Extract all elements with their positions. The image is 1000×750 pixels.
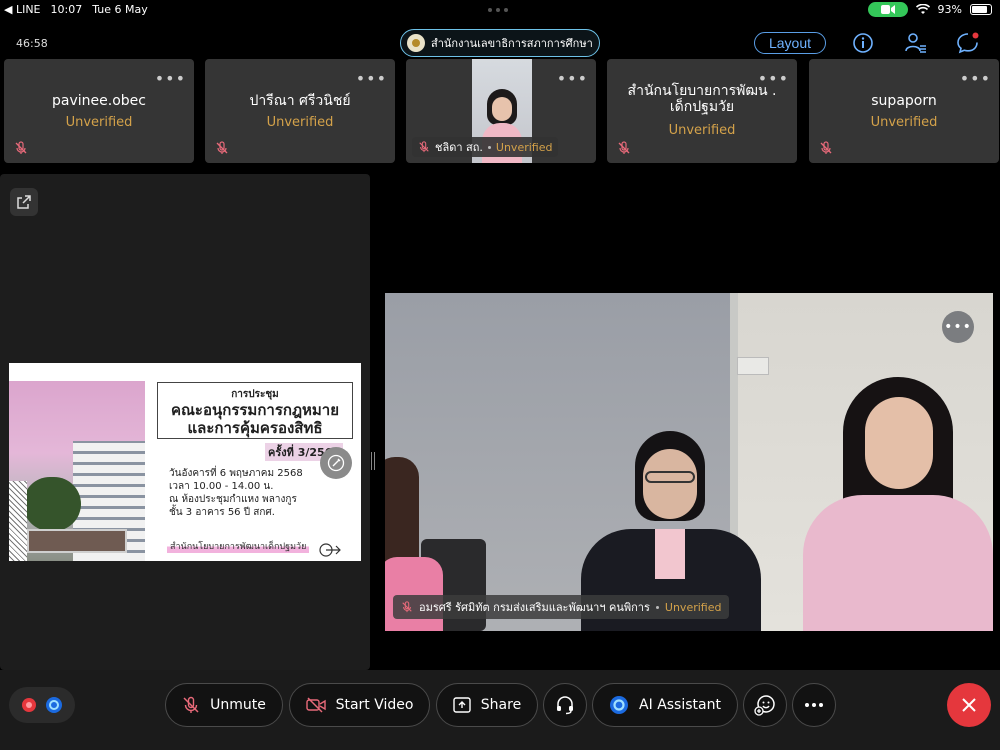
headset-icon xyxy=(557,696,573,715)
mic-muted-icon xyxy=(216,141,228,154)
unmute-button[interactable]: Unmute xyxy=(165,683,283,727)
participant-status: Unverified xyxy=(668,123,736,138)
webex-ai-icon xyxy=(46,697,62,713)
panel-resize-handle[interactable] xyxy=(371,452,375,470)
participant-status: Unverified xyxy=(495,140,553,154)
active-speaker-video[interactable]: ••• อมรศรี รัศมิทัต กรมส่งเสริมและพัฒนาฯ… xyxy=(385,293,993,631)
ai-assistant-button[interactable]: AI Assistant xyxy=(592,683,738,727)
slide-footer: สำนักนโยบายการพัฒนาเด็กปฐมวัย xyxy=(167,539,310,553)
mic-muted-icon xyxy=(618,141,630,154)
start-video-label: Start Video xyxy=(335,697,414,713)
participant-name: supaporn xyxy=(871,93,937,109)
audio-settings-button[interactable] xyxy=(543,683,587,727)
slide-building-photo xyxy=(9,381,145,561)
slide-details: วันอังคารที่ 6 พฤษภาคม 2568 เวลา 10.00 -… xyxy=(169,468,303,518)
wifi-icon xyxy=(915,4,930,14)
share-button[interactable]: Share xyxy=(436,683,538,727)
mic-muted-icon xyxy=(15,141,27,154)
annotate-pen-icon[interactable] xyxy=(320,447,352,479)
participant-tile[interactable]: pavinee.obec Unverified ••• xyxy=(4,59,194,163)
meeting-timer: 46:58 xyxy=(16,37,48,50)
close-icon xyxy=(962,698,976,712)
participant-tile[interactable]: supaporn Unverified ••• xyxy=(809,59,999,163)
start-video-button[interactable]: Start Video xyxy=(289,683,430,727)
slide-small-title: การประชุม xyxy=(231,389,279,400)
organization-logo-icon xyxy=(407,34,425,52)
info-icon[interactable] xyxy=(851,31,875,55)
participant-tile[interactable]: ปารีณา ศรีวนิชย์ Unverified ••• xyxy=(205,59,395,163)
slide-title-line-1: คณะอนุกรรมการกฎหมาย xyxy=(170,401,340,419)
participant-label: ชลิดา สถ. Unverified xyxy=(412,137,559,157)
leave-meeting-button[interactable] xyxy=(947,683,991,727)
video-more-icon[interactable]: ••• xyxy=(942,311,974,343)
participant-status: Unverified xyxy=(266,115,334,130)
mic-muted-icon xyxy=(820,141,832,154)
more-icon xyxy=(805,703,823,707)
camera-in-use-icon xyxy=(867,2,908,17)
chat-icon[interactable] xyxy=(956,31,980,55)
tile-more-icon[interactable]: ••• xyxy=(557,69,588,88)
multitask-dots[interactable] xyxy=(488,8,508,12)
tile-more-icon[interactable]: ••• xyxy=(155,69,186,88)
participant-tile-video[interactable]: ••• ชลิดา สถ. Unverified xyxy=(406,59,596,163)
layout-button[interactable]: Layout xyxy=(754,32,826,54)
back-to-app[interactable]: ◀ LINE xyxy=(4,3,41,16)
reaction-emoji-icon xyxy=(754,695,775,716)
participant-name: ชลิดา สถ. xyxy=(435,141,483,154)
battery-percent: 93% xyxy=(937,3,962,16)
slide-title-line-2: และการคุ้มครองสิทธิ xyxy=(187,419,323,437)
record-icon xyxy=(22,698,36,712)
participant-status: Unverified xyxy=(870,115,938,130)
participants-icon[interactable] xyxy=(903,31,927,55)
speaker-name: อมรศรี รัศมิทัต กรมส่งเสริมและพัฒนาฯ คนพ… xyxy=(419,601,650,614)
meeting-toolbar: Unmute Start Video Share AI Assistant xyxy=(0,670,1000,750)
participant-name: pavinee.obec xyxy=(52,93,146,109)
mic-muted-icon xyxy=(419,141,429,153)
mic-muted-icon xyxy=(402,601,412,613)
reactions-button[interactable] xyxy=(743,683,787,727)
more-options-button[interactable] xyxy=(792,683,836,727)
share-screen-icon xyxy=(453,697,471,713)
status-bar: ◀ LINE 10:07 Tue 6 May 93% xyxy=(0,0,1000,20)
video-off-icon xyxy=(305,697,326,713)
slide-decoration xyxy=(9,481,27,561)
tile-more-icon[interactable]: ••• xyxy=(356,69,387,88)
unmute-label: Unmute xyxy=(210,697,266,713)
participant-name: ปารีณา ศรีวนิชย์ xyxy=(249,93,351,109)
popout-icon[interactable] xyxy=(10,188,38,216)
meeting-title-pill[interactable]: สำนักงานเลขาธิการสภาการศึกษา xyxy=(400,29,600,57)
slide-arrow-icon xyxy=(319,543,341,557)
tile-more-icon[interactable]: ••• xyxy=(960,69,991,88)
tile-more-icon[interactable]: ••• xyxy=(758,69,789,88)
ai-assistant-icon xyxy=(610,696,629,714)
meeting-title: สำนักงานเลขาธิการสภาการศึกษา xyxy=(431,37,593,50)
battery-icon xyxy=(970,4,992,15)
share-label: Share xyxy=(480,697,522,713)
recording-indicator[interactable] xyxy=(9,687,75,723)
slide-main-title: คณะอนุกรรมการกฎหมาย และการคุ้มครองสิทธิ xyxy=(158,401,352,437)
participant-tile[interactable]: สำนักนโยบายการพัฒน . เด็กปฐมวัย Unverifi… xyxy=(607,59,797,163)
speaker-status: Unverified xyxy=(664,600,722,614)
mic-muted-icon xyxy=(183,696,199,713)
slide-title-box: การประชุม คณะอนุกรรมการกฎหมาย และการคุ้ม… xyxy=(157,382,353,439)
participant-status: Unverified xyxy=(65,115,133,130)
speaker-label: อมรศรี รัศมิทัต กรมส่งเสริมและพัฒนาฯ คนพ… xyxy=(393,595,730,619)
shared-slide: การประชุม คณะอนุกรรมการกฎหมาย และการคุ้ม… xyxy=(9,363,361,561)
status-date: Tue 6 May xyxy=(92,3,148,16)
ai-assistant-label: AI Assistant xyxy=(639,697,721,713)
status-time: 10:07 xyxy=(50,3,83,16)
